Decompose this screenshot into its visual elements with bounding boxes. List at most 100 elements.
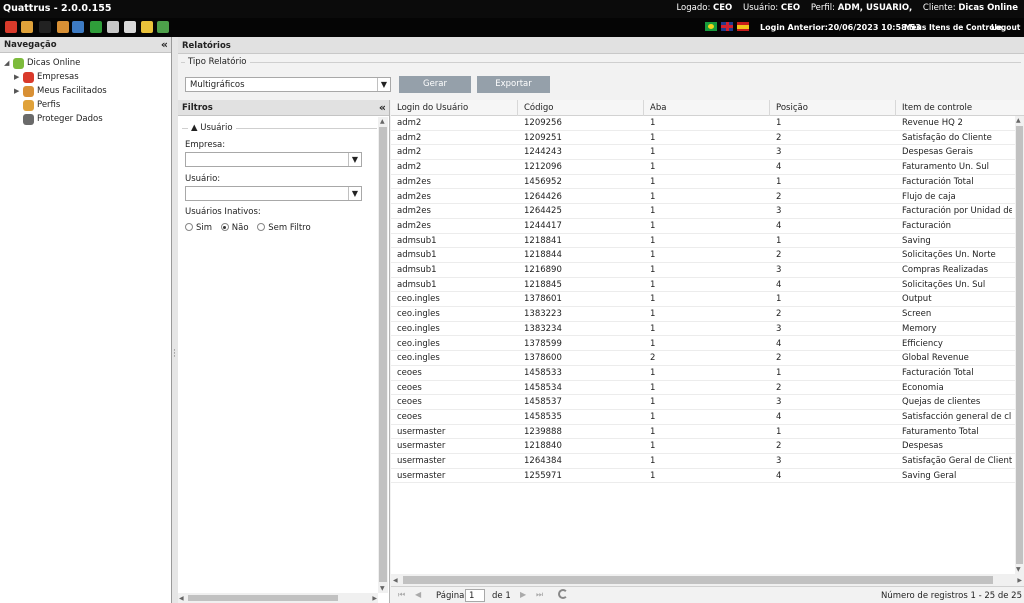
column-header-codigo[interactable]: Código <box>518 100 644 116</box>
generate-button[interactable]: Gerar <box>399 76 471 93</box>
table-row[interactable]: ceo.ingles 1383223 1 2 Screen <box>391 307 1015 322</box>
scroll-up-icon[interactable]: ▲ <box>380 118 385 125</box>
users-icon[interactable] <box>21 21 33 33</box>
table-row[interactable]: ceoes 1458537 1 3 Quejas de clientes <box>391 395 1015 410</box>
shield-icon[interactable] <box>141 21 153 33</box>
rocket-icon[interactable] <box>5 21 17 33</box>
next-page-icon[interactable]: ▶ <box>520 590 526 599</box>
radio-sim[interactable]: Sim <box>185 223 212 233</box>
title-bar: Quattrus - 2.0.0.155 Logado: CEO Usuário… <box>0 0 1024 18</box>
table-row[interactable]: admsub1 1216890 1 3 Compras Realizadas <box>391 263 1015 278</box>
table-row[interactable]: adm2es 1244417 1 4 Facturación <box>391 219 1015 234</box>
column-header-login[interactable]: Login do Usuário <box>391 100 518 116</box>
tree-item-perfis[interactable]: Perfis <box>14 99 164 113</box>
table-row[interactable]: ceo.ingles 1383234 1 3 Memory <box>391 322 1015 337</box>
brazil-flag-icon[interactable] <box>705 22 717 31</box>
radio-button[interactable] <box>185 223 193 231</box>
refresh-green-icon[interactable] <box>90 21 102 33</box>
scroll-left-icon[interactable]: ◀ <box>393 577 398 584</box>
tree-item-dicas-online[interactable]: ◢ Dicas Online <box>4 57 164 71</box>
scroll-thumb[interactable] <box>403 576 993 584</box>
my-controls-link[interactable]: Meus Itens de Controle <box>904 23 1002 32</box>
table-row[interactable]: ceoes 1458534 1 2 Economia <box>391 381 1015 396</box>
export-button[interactable]: Exportar <box>477 76 550 93</box>
chevron-down-icon[interactable]: ▼ <box>377 78 390 91</box>
scroll-left-icon[interactable]: ◀ <box>179 595 184 602</box>
position-cell: 2 <box>776 309 782 320</box>
dark-square-icon[interactable] <box>39 21 51 33</box>
empresa-select[interactable]: ▼ <box>185 152 362 167</box>
last-page-icon[interactable]: ⏭ <box>536 590 543 600</box>
prev-page-icon[interactable]: ◀ <box>415 590 421 599</box>
table-row[interactable]: adm2 1209251 1 2 Satisfação do Cliente <box>391 131 1015 146</box>
filters-horizontal-scrollbar[interactable]: ◀ ▶ <box>178 593 378 603</box>
collapsed-arrow-icon[interactable]: ▶ <box>14 87 19 95</box>
table-row[interactable]: ceoes 1458533 1 1 Facturación Total <box>391 366 1015 381</box>
tree-item-proteger-dados[interactable]: Proteger Dados <box>14 113 164 127</box>
collapsed-arrow-icon[interactable]: ▶ <box>14 73 19 81</box>
table-row[interactable]: adm2 1244243 1 3 Despesas Gerais <box>391 145 1015 161</box>
spain-flag-icon[interactable] <box>737 22 749 31</box>
radio-sem-filtro[interactable]: Sem Filtro <box>257 223 311 233</box>
document-icon[interactable] <box>124 21 136 33</box>
printer-icon[interactable] <box>107 21 119 33</box>
radio-button[interactable] <box>220 223 229 231</box>
export-icon[interactable] <box>157 21 169 33</box>
tree-item-meus-facilitados[interactable]: ▶ Meus Facilitados <box>14 85 164 99</box>
table-row[interactable]: adm2 1209256 1 1 Revenue HQ 2 <box>391 116 1015 131</box>
rocket-icon <box>23 72 34 83</box>
uk-flag-icon[interactable] <box>721 22 733 31</box>
radio-nao[interactable]: Não <box>220 223 249 233</box>
radio-button[interactable] <box>257 223 266 231</box>
item-cell: Facturación por Unidad del Sur <box>902 206 1012 217</box>
scroll-thumb[interactable] <box>379 127 387 582</box>
table-row[interactable]: ceo.ingles 1378601 1 1 Output <box>391 292 1015 308</box>
page-number-input[interactable]: 1 <box>465 589 485 602</box>
usuario-select[interactable]: ▼ <box>185 186 362 201</box>
first-page-icon[interactable]: ⏮ <box>398 590 405 600</box>
logout-link[interactable]: Logout <box>991 23 1020 32</box>
scroll-right-icon[interactable]: ▶ <box>372 595 377 602</box>
table-row[interactable]: ceo.ingles 1378599 1 4 Efficiency <box>391 337 1015 352</box>
collapse-left-icon[interactable]: « <box>379 101 386 114</box>
filters-vertical-scrollbar[interactable]: ▲ ▼ <box>378 117 388 593</box>
scroll-down-icon[interactable]: ▼ <box>1016 566 1021 573</box>
user-gear-icon[interactable] <box>57 21 69 33</box>
table-row[interactable]: adm2es 1456952 1 1 Facturación Total <box>391 175 1015 190</box>
tree-item-empresas[interactable]: ▶ Empresas <box>14 71 164 85</box>
table-row[interactable]: admsub1 1218845 1 4 Solicitações Un. Sul <box>391 278 1015 293</box>
login-cell: ceo.ingles <box>397 294 440 305</box>
collapse-left-icon[interactable]: « <box>161 38 168 51</box>
collapse-up-icon[interactable]: ▲ <box>191 123 198 133</box>
column-header-aba[interactable]: Aba <box>644 100 770 116</box>
grid-horizontal-scrollbar[interactable]: ◀ ▶ <box>391 574 1024 586</box>
table-row[interactable]: adm2 1212096 1 4 Faturamento Un. Sul <box>391 160 1015 175</box>
table-row[interactable]: adm2es 1264425 1 3 Facturación por Unidad de… <box>391 204 1015 219</box>
table-row[interactable]: usermaster 1264384 1 3 Satisfação Geral de C… <box>391 454 1015 469</box>
tree-label: Empresas <box>37 72 79 82</box>
table-row[interactable]: admsub1 1218841 1 1 Saving <box>391 234 1015 249</box>
table-row[interactable]: adm2es 1264426 1 2 Flujo de caja <box>391 190 1015 205</box>
table-row[interactable]: ceoes 1458535 1 4 Satisfacción general de cl… <box>391 410 1015 425</box>
column-header-posicao[interactable]: Posição <box>770 100 896 116</box>
column-header-item[interactable]: Item de controle <box>896 100 1015 116</box>
table-row[interactable]: admsub1 1218844 1 2 Solicitações Un. Norte <box>391 248 1015 263</box>
chevron-down-icon[interactable]: ▼ <box>348 153 361 166</box>
table-row[interactable]: usermaster 1239888 1 1 Faturamento Total <box>391 425 1015 440</box>
position-cell: 3 <box>776 397 782 408</box>
scroll-thumb[interactable] <box>1016 126 1023 564</box>
scroll-right-icon[interactable]: ▶ <box>1017 577 1022 584</box>
scroll-up-icon[interactable]: ▲ <box>1016 117 1021 124</box>
user-filter-legend[interactable]: ▲ Usuário <box>188 123 236 133</box>
table-row[interactable]: usermaster 1255971 1 4 Saving Geral <box>391 469 1015 484</box>
grid-vertical-scrollbar[interactable]: ▲ ▼ <box>1015 116 1024 574</box>
table-row[interactable]: ceo.ingles 1378600 2 2 Global Revenue <box>391 351 1015 366</box>
table-icon[interactable] <box>72 21 84 33</box>
expanded-arrow-icon[interactable]: ◢ <box>4 59 9 67</box>
refresh-icon[interactable] <box>558 589 568 599</box>
scroll-down-icon[interactable]: ▼ <box>380 585 385 592</box>
table-row[interactable]: usermaster 1218840 1 2 Despesas <box>391 439 1015 455</box>
report-type-select[interactable]: Multigráficos ▼ <box>185 77 391 92</box>
chevron-down-icon[interactable]: ▼ <box>348 187 361 200</box>
scroll-thumb[interactable] <box>188 595 338 601</box>
